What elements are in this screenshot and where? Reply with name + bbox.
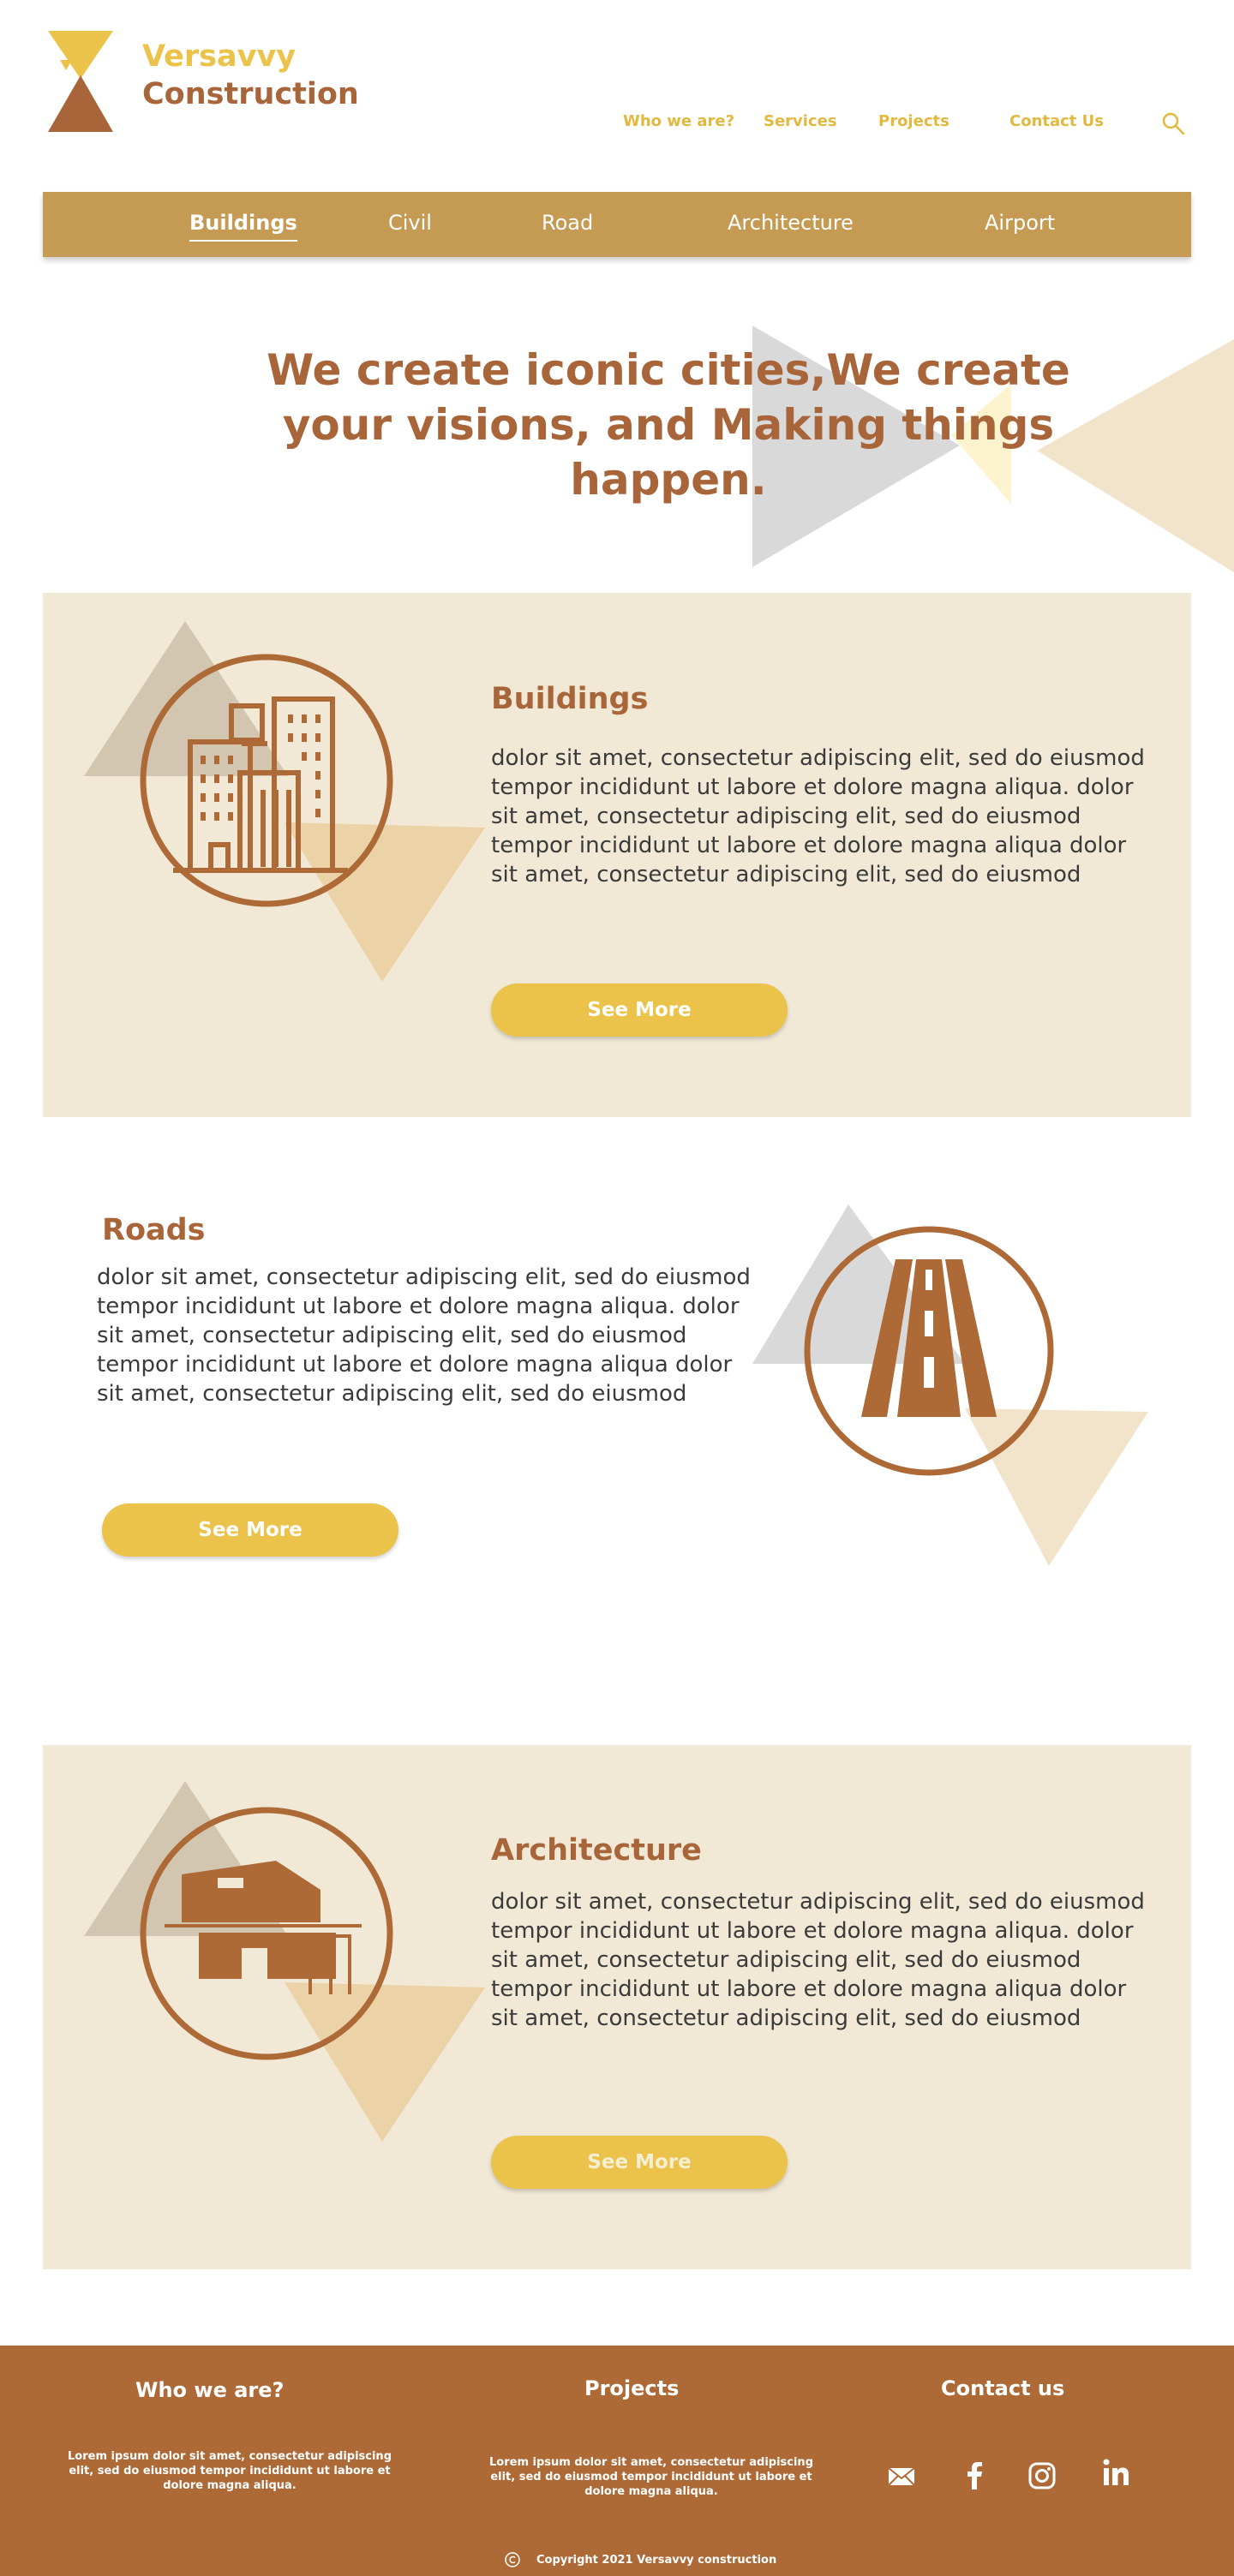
architecture-title: Architecture (491, 1833, 702, 1868)
copyright-row: Copyright 2021 Versavvy construction (504, 2551, 776, 2568)
footer-contact-title[interactable]: Contact us (941, 2376, 1064, 2400)
copyright-icon (505, 2552, 520, 2567)
buildings-title: Buildings (491, 682, 649, 716)
buildings-body: dolor sit amet, consectetur adipiscing e… (491, 745, 1145, 888)
category-airport[interactable]: Airport (985, 211, 1055, 235)
category-bar: Buildings Civil Road Architecture Airpor… (43, 192, 1191, 257)
category-civil[interactable]: Civil (388, 211, 432, 235)
nav-contact-us[interactable]: Contact Us (1009, 112, 1104, 130)
instagram-icon[interactable] (1027, 2460, 1057, 2491)
nav-projects[interactable]: Projects (878, 112, 949, 130)
roads-title: Roads (102, 1213, 206, 1247)
footer-who-text: Lorem ipsum dolor sit amet, consectetur … (68, 2450, 392, 2492)
nav-who-we-are[interactable]: Who we are? (623, 112, 734, 130)
category-road[interactable]: Road (542, 211, 593, 235)
mail-icon[interactable] (886, 2460, 917, 2491)
hero-title: We create iconic cities,We create your v… (267, 345, 1070, 505)
architecture-see-more-button[interactable]: See More (491, 2136, 788, 2189)
buildings-see-more-button[interactable]: See More (491, 983, 788, 1037)
category-architecture[interactable]: Architecture (728, 211, 854, 235)
logo-icon[interactable] (48, 31, 113, 132)
architecture-body: dolor sit amet, consectetur adipiscing e… (491, 1889, 1145, 2031)
roads-body: dolor sit amet, consectetur adipiscing e… (97, 1264, 751, 1407)
category-buildings[interactable]: Buildings (189, 211, 297, 242)
linkedin-icon[interactable] (1100, 2457, 1131, 2488)
brand-name[interactable]: Versavvy Construction (142, 38, 359, 113)
brand-line-1: Versavvy (142, 39, 297, 74)
copyright-text: Copyright 2021 Versavvy construction (536, 2553, 777, 2567)
buildings-icon (140, 654, 393, 907)
roads-see-more-button[interactable]: See More (102, 1503, 398, 1557)
footer-projects-text: Lorem ipsum dolor sit amet, consectetur … (489, 2456, 813, 2498)
footer-who-title[interactable]: Who we are? (135, 2378, 284, 2402)
brand-line-2: Construction (142, 77, 359, 111)
search-icon[interactable] (1160, 111, 1186, 136)
road-icon (804, 1226, 1054, 1476)
modern-house-icon (140, 1807, 393, 2060)
nav-services[interactable]: Services (764, 112, 837, 130)
facebook-icon[interactable] (960, 2460, 991, 2491)
footer-projects-title[interactable]: Projects (584, 2376, 679, 2400)
